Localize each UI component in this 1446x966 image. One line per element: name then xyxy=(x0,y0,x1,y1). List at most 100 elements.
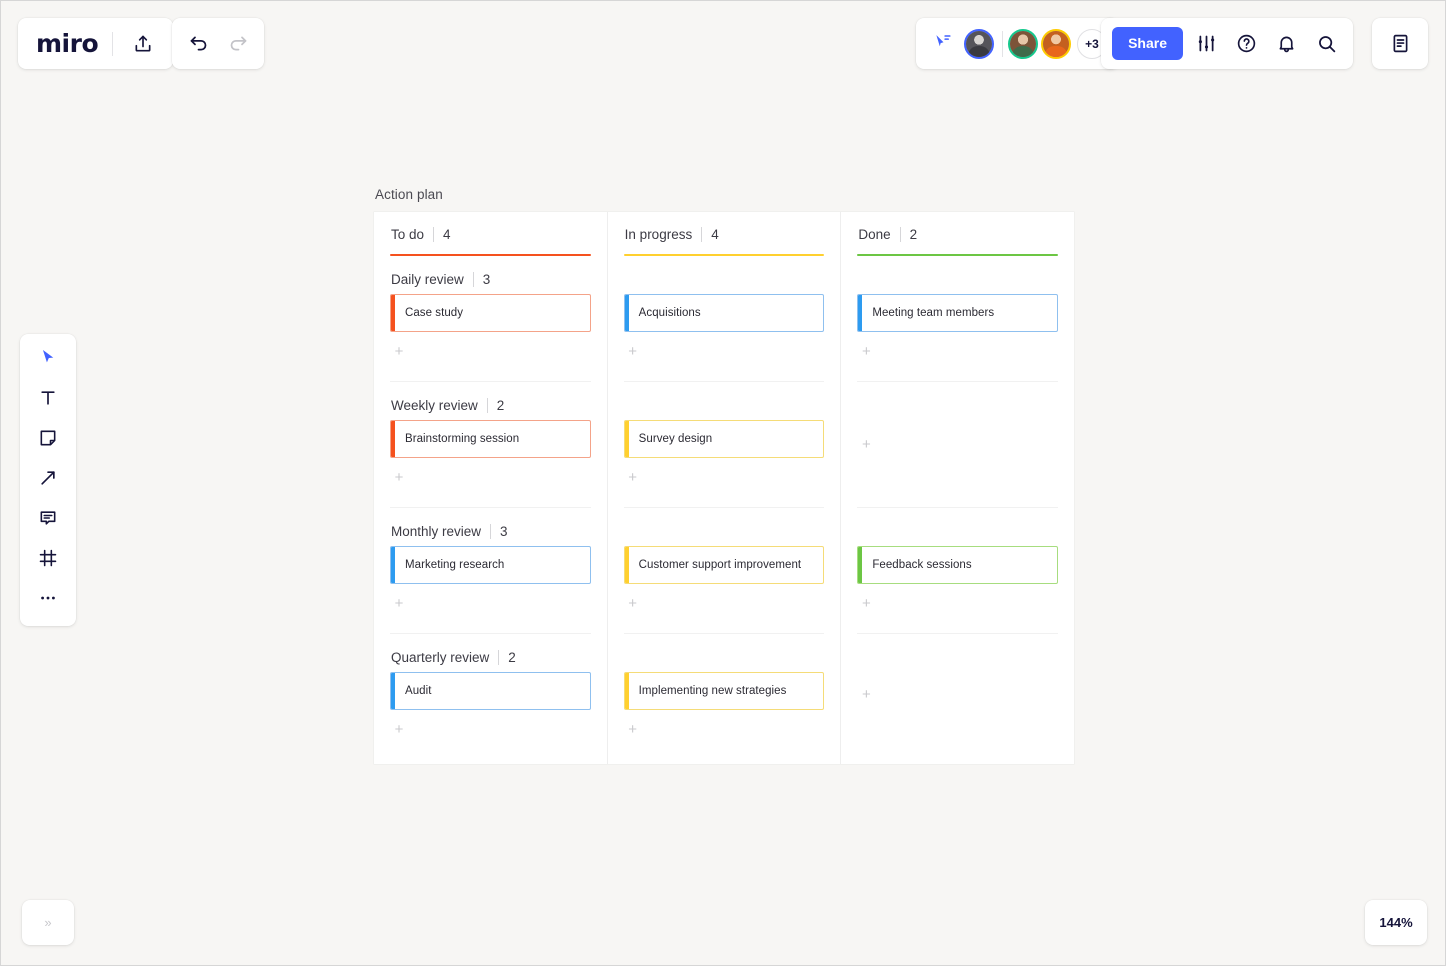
add-card-button[interactable]: + xyxy=(624,342,642,360)
kanban-card[interactable]: Audit xyxy=(390,672,591,710)
miro-logo[interactable]: miro xyxy=(36,29,99,58)
avatar-image xyxy=(966,30,992,57)
kanban-cell: Feedback sessions + xyxy=(857,508,1059,634)
comment-tool[interactable] xyxy=(28,504,68,536)
column-title: Done xyxy=(858,227,891,242)
redo-button[interactable] xyxy=(222,28,254,60)
row-count: 3 xyxy=(490,524,508,539)
undo-icon xyxy=(188,33,209,54)
expand-panel-button[interactable]: » xyxy=(22,900,74,945)
share-button[interactable]: Share xyxy=(1112,27,1183,60)
column-cells: Daily review 3 Case study + Weekly revie… xyxy=(390,256,591,754)
card-title: Implementing new strategies xyxy=(638,685,787,697)
kanban-card[interactable]: Feedback sessions xyxy=(857,546,1059,584)
frame-title[interactable]: Action plan xyxy=(375,187,443,202)
card-title: Survey design xyxy=(638,433,713,445)
divider xyxy=(112,31,114,56)
text-tool[interactable] xyxy=(28,384,68,416)
avatar[interactable] xyxy=(1008,28,1038,59)
sticky-note-tool[interactable] xyxy=(28,424,68,456)
kanban-cell: Customer support improvement + xyxy=(623,508,825,634)
avatar-list: +3 xyxy=(964,28,1107,59)
avatar[interactable] xyxy=(964,28,994,59)
card-title: Case study xyxy=(405,307,464,319)
board-frame[interactable]: Action plan To do 4 Daily review 3 Case xyxy=(374,187,1074,764)
kanban-cell-empty: + xyxy=(857,382,1059,508)
kanban-column-in-progress: In progress 4 Acquisitions + Survey desi… xyxy=(608,212,842,764)
text-icon xyxy=(38,388,58,413)
add-card-button[interactable]: + xyxy=(624,594,642,612)
notifications-button[interactable] xyxy=(1269,27,1303,61)
add-card-button[interactable]: + xyxy=(390,594,408,612)
kanban-cell: Daily review 3 Case study + xyxy=(390,256,591,382)
add-card-button[interactable]: + xyxy=(857,685,875,703)
row-count: 2 xyxy=(498,650,516,665)
kanban-card[interactable]: Survey design xyxy=(623,420,825,458)
divider xyxy=(1002,30,1003,57)
redo-icon xyxy=(228,33,249,54)
notes-panel-icon xyxy=(1390,33,1411,54)
kanban-card[interactable]: Marketing research xyxy=(390,546,591,584)
card-title: Feedback sessions xyxy=(872,559,972,571)
avatar[interactable] xyxy=(1041,28,1071,59)
add-card-button[interactable]: + xyxy=(390,342,408,360)
kanban-card[interactable]: Meeting team members xyxy=(857,294,1059,332)
collaborators-group: +3 xyxy=(916,18,1119,69)
share-group: Share xyxy=(1101,18,1353,69)
kanban-card[interactable]: Case study xyxy=(390,294,591,332)
cursor-icon xyxy=(39,348,58,372)
add-card-button[interactable]: + xyxy=(857,594,875,612)
ellipsis-icon xyxy=(38,588,58,613)
column-header: To do 4 xyxy=(390,212,591,256)
help-button[interactable] xyxy=(1229,27,1263,61)
add-card-button[interactable]: + xyxy=(624,468,642,486)
arrow-tool[interactable] xyxy=(28,464,68,496)
kanban-cell: Monthly review 3 Marketing research + xyxy=(390,508,591,634)
row-label: Daily review 3 xyxy=(390,256,591,294)
kanban-column-to-do: To do 4 Daily review 3 Case study + Week… xyxy=(374,212,608,764)
row-count: 2 xyxy=(486,398,504,413)
search-icon xyxy=(1316,33,1337,54)
upload-button[interactable] xyxy=(127,28,159,60)
column-cells: Acquisitions + Survey design + Customer … xyxy=(623,256,825,754)
settings-button[interactable] xyxy=(1189,27,1223,61)
add-card-button[interactable]: + xyxy=(390,468,408,486)
add-card-button[interactable]: + xyxy=(857,436,875,454)
kanban-card[interactable]: Brainstorming session xyxy=(390,420,591,458)
add-card-button[interactable]: + xyxy=(857,342,875,360)
kanban-cell: Quarterly review 2 Audit + xyxy=(390,634,591,754)
kanban-cell: Meeting team members + xyxy=(857,256,1059,382)
column-count: 4 xyxy=(433,227,451,242)
row-title: Daily review xyxy=(391,272,464,287)
left-toolbar xyxy=(20,334,76,626)
search-button[interactable] xyxy=(1309,27,1343,61)
undo-button[interactable] xyxy=(182,28,214,60)
add-card-button[interactable]: + xyxy=(624,720,642,738)
more-tools-button[interactable] xyxy=(28,584,68,616)
upload-icon xyxy=(133,34,153,54)
row-title: Monthly review xyxy=(391,524,482,539)
logo-group: miro xyxy=(18,18,174,69)
row-title: Quarterly review xyxy=(391,650,490,665)
cursor-share-button[interactable] xyxy=(930,29,956,59)
column-title: To do xyxy=(391,227,425,242)
history-group xyxy=(172,18,264,69)
card-title: Acquisitions xyxy=(638,307,701,319)
card-title: Audit xyxy=(405,685,432,697)
card-title: Brainstorming session xyxy=(405,433,520,445)
kanban-card[interactable]: Acquisitions xyxy=(623,294,825,332)
notes-panel-group xyxy=(1372,18,1428,69)
kanban-card[interactable]: Implementing new strategies xyxy=(623,672,825,710)
sticky-note-icon xyxy=(38,428,58,453)
zoom-level-indicator[interactable]: 144% xyxy=(1365,900,1427,945)
kanban-cell: Implementing new strategies + xyxy=(623,634,825,754)
row-label: Monthly review 3 xyxy=(390,508,591,546)
comment-icon xyxy=(38,508,58,533)
add-card-button[interactable]: + xyxy=(390,720,408,738)
frame-tool[interactable] xyxy=(28,544,68,576)
notes-panel-button[interactable] xyxy=(1384,28,1416,60)
card-title: Customer support improvement xyxy=(638,559,802,571)
column-title: In progress xyxy=(624,227,693,242)
kanban-card[interactable]: Customer support improvement xyxy=(623,546,825,584)
select-tool[interactable] xyxy=(28,344,68,376)
